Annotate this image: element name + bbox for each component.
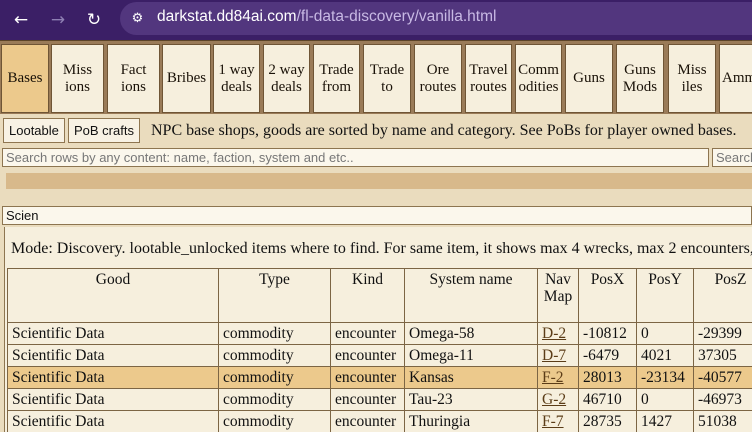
- cell-kind: encounter: [330, 410, 405, 432]
- column-header-kind[interactable]: Kind: [330, 268, 405, 323]
- nav-map-link[interactable]: G-2: [537, 388, 579, 411]
- column-header-type[interactable]: Type: [218, 268, 331, 323]
- column-header-good[interactable]: Good: [7, 268, 219, 323]
- cell-type: commodity: [218, 410, 331, 432]
- search-input-secondary[interactable]: Search: [712, 148, 752, 167]
- cell-system-name: Kansas: [404, 366, 538, 389]
- tab-travel-routes[interactable]: Travel routes: [465, 44, 512, 113]
- url-text[interactable]: darkstat.dd84ai.com/fl-data-discovery/va…: [157, 8, 496, 26]
- column-header-nav-map[interactable]: Nav Map: [537, 268, 579, 323]
- cell-good: Scientific Data: [7, 344, 219, 367]
- cell-posz: 37305: [693, 344, 752, 367]
- table-row-selected[interactable]: Scientific Data commodity encounter Kans…: [7, 366, 752, 389]
- cell-posx: 46710: [578, 388, 637, 411]
- table-row[interactable]: Scientific Data commodity encounter Tau-…: [7, 388, 752, 411]
- search-input[interactable]: Search rows by any content: name, factio…: [2, 148, 709, 167]
- tab-guns-mods[interactable]: Guns Mods: [616, 44, 664, 113]
- tab-bribes[interactable]: Bribes: [162, 44, 211, 113]
- tab-guns[interactable]: Guns: [565, 44, 613, 113]
- tab-trade-to[interactable]: Trade to: [363, 44, 411, 113]
- nav-map-link[interactable]: F-7: [537, 410, 579, 432]
- mode-description: Mode: Discovery. lootable_unlocked items…: [11, 240, 752, 257]
- cell-posx: 28735: [578, 410, 637, 432]
- tab-ammo[interactable]: Amm: [719, 44, 752, 113]
- cell-posz: -40577: [693, 366, 752, 389]
- tab-bases[interactable]: Bases: [1, 44, 49, 113]
- nav-map-link[interactable]: D-7: [537, 344, 579, 367]
- table-row[interactable]: Scientific Data commodity encounter Thur…: [7, 410, 752, 432]
- tab-2-way-deals[interactable]: 2 way deals: [263, 44, 310, 113]
- page-description: NPC base shops, goods are sorted by name…: [151, 122, 737, 139]
- column-header-posx[interactable]: PosX: [578, 268, 637, 323]
- cell-posy: 1427: [636, 410, 694, 432]
- column-header-system-name[interactable]: System name: [404, 268, 538, 323]
- address-bar[interactable]: ⚙ darkstat.dd84ai.com/fl-data-discovery/…: [120, 2, 752, 35]
- column-header-posz[interactable]: PosZ: [693, 268, 752, 323]
- cell-posz: -29399: [693, 322, 752, 345]
- cell-posy: -23134: [636, 366, 694, 389]
- tab-commodities[interactable]: Comm odities: [515, 44, 562, 113]
- nav-map-link[interactable]: D-2: [537, 322, 579, 345]
- reload-icon[interactable]: ↻: [82, 8, 106, 32]
- cell-good: Scientific Data: [7, 366, 219, 389]
- cell-kind: encounter: [330, 366, 405, 389]
- cell-system-name: Omega-11: [404, 344, 538, 367]
- cell-posy: 4021: [636, 344, 694, 367]
- tab-trade-from[interactable]: Trade from: [313, 44, 360, 113]
- nav-map-link[interactable]: F-2: [537, 366, 579, 389]
- cell-posy: 0: [636, 322, 694, 345]
- column-header-posy[interactable]: PosY: [636, 268, 694, 323]
- tab-factions[interactable]: Fact ions: [107, 44, 160, 113]
- tab-missions[interactable]: Miss ions: [51, 44, 104, 113]
- table-row[interactable]: Scientific Data commodity encounter Omeg…: [7, 322, 752, 345]
- results-panel: Mode: Discovery. lootable_unlocked items…: [4, 227, 752, 432]
- browser-toolbar: ← → ↻ ⚙ darkstat.dd84ai.com/fl-data-disc…: [0, 0, 752, 40]
- table-header-row: Good Type Kind System name Nav Map PosX …: [7, 268, 752, 323]
- cell-posx: -10812: [578, 322, 637, 345]
- cell-posx: -6479: [578, 344, 637, 367]
- filter-input[interactable]: Scien: [2, 206, 752, 225]
- cell-posz: 51038: [693, 410, 752, 432]
- lootable-button[interactable]: Lootable: [3, 118, 65, 143]
- tab-ore-routes[interactable]: Ore routes: [414, 44, 462, 113]
- cell-posz: -46973: [693, 388, 752, 411]
- cell-system-name: Thuringia: [404, 410, 538, 432]
- sub-toolbar: Lootable PoB crafts NPC base shops, good…: [0, 114, 752, 147]
- cell-good: Scientific Data: [7, 322, 219, 345]
- cell-type: commodity: [218, 322, 331, 345]
- cell-kind: encounter: [330, 388, 405, 411]
- main-tabs: Bases Miss ions Fact ions Bribes 1 way d…: [0, 40, 752, 114]
- cell-type: commodity: [218, 344, 331, 367]
- site-settings-icon[interactable]: ⚙: [129, 10, 146, 27]
- cell-system-name: Omega-58: [404, 322, 538, 345]
- cell-type: commodity: [218, 366, 331, 389]
- cell-posy: 0: [636, 388, 694, 411]
- cell-type: commodity: [218, 388, 331, 411]
- table-row[interactable]: Scientific Data commodity encounter Omeg…: [7, 344, 752, 367]
- cell-system-name: Tau-23: [404, 388, 538, 411]
- forward-arrow-icon[interactable]: →: [46, 8, 70, 32]
- cell-good: Scientific Data: [7, 388, 219, 411]
- cell-kind: encounter: [330, 344, 405, 367]
- cell-kind: encounter: [330, 322, 405, 345]
- cell-good: Scientific Data: [7, 410, 219, 432]
- results-table: Good Type Kind System name Nav Map PosX …: [7, 268, 752, 432]
- filter-strip: [6, 173, 752, 189]
- tab-1-way-deals[interactable]: 1 way deals: [213, 44, 260, 113]
- tab-missiles[interactable]: Miss iles: [668, 44, 716, 113]
- cell-posx: 28013: [578, 366, 637, 389]
- pob-crafts-button[interactable]: PoB crafts: [68, 118, 140, 143]
- back-arrow-icon[interactable]: ←: [9, 8, 33, 32]
